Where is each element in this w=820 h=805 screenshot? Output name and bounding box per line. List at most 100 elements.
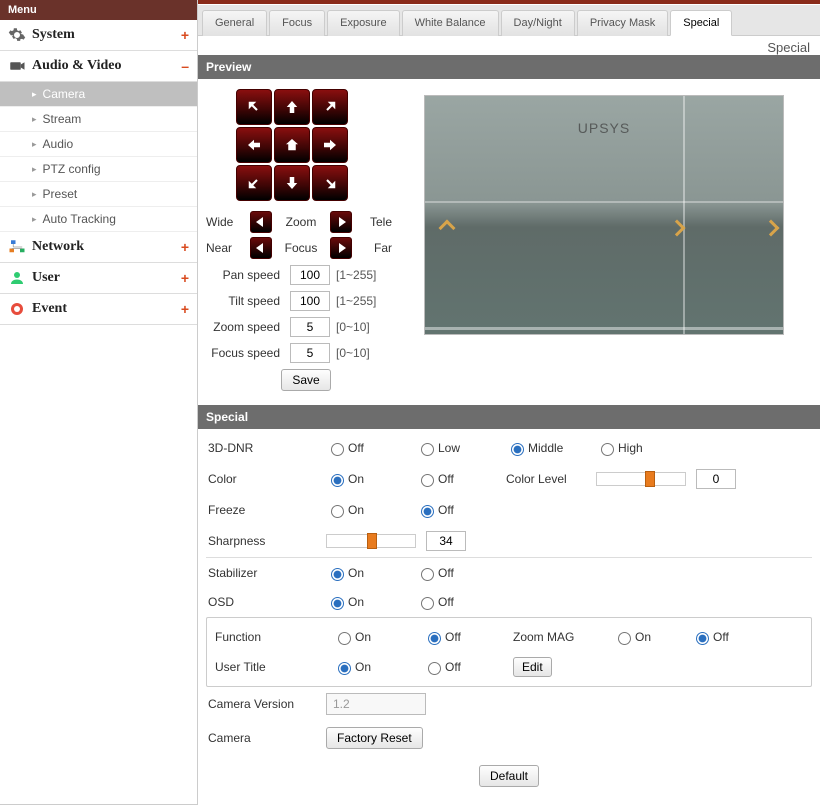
submenu-label: Camera	[43, 87, 86, 101]
zoom-tele-label: Tele	[358, 215, 392, 229]
ptz-right-button[interactable]	[312, 127, 348, 163]
expand-icon: +	[181, 27, 189, 43]
dnr-high-option[interactable]: High	[596, 440, 686, 456]
color-level-input[interactable]	[696, 469, 736, 489]
tab-white-balance[interactable]: White Balance	[402, 10, 499, 36]
sidebar: Menu System + Audio & Video – ▸ Camera ▸…	[0, 0, 198, 805]
submenu-audio-video: ▸ Camera ▸ Stream ▸ Audio ▸ PTZ config ▸…	[0, 82, 197, 232]
camera-label: Camera	[206, 731, 326, 745]
preview-header: Preview	[198, 55, 820, 79]
zoom-mag-off-option[interactable]: Off	[691, 629, 751, 645]
function-group: Function On Off Zoom MAG On Off User Tit…	[206, 617, 812, 687]
preview-body: Wide Zoom Tele Near Focus Far Pan speed	[198, 79, 820, 405]
color-on-option[interactable]: On	[326, 471, 416, 487]
ptz-controls: Wide Zoom Tele Near Focus Far Pan speed	[206, 89, 406, 391]
user-title-off-option[interactable]: Off	[423, 659, 513, 675]
zoom-mag-on-option[interactable]: On	[613, 629, 673, 645]
chevron-right-icon: ▸	[32, 139, 37, 150]
submenu-item-stream[interactable]: ▸ Stream	[0, 107, 197, 132]
edit-button[interactable]: Edit	[513, 657, 552, 677]
dnr-low-option[interactable]: Low	[416, 440, 506, 456]
ptz-up-button[interactable]	[274, 89, 310, 125]
pan-speed-input[interactable]	[290, 265, 330, 285]
chevron-right-icon: ▸	[32, 114, 37, 125]
color-level-slider[interactable]	[596, 472, 686, 486]
menu-label: System	[32, 27, 181, 43]
sharpness-slider[interactable]	[326, 534, 416, 548]
freeze-on-option[interactable]: On	[326, 502, 416, 518]
tab-general[interactable]: General	[202, 10, 267, 36]
submenu-item-audio[interactable]: ▸ Audio	[0, 132, 197, 157]
ptz-down-left-button[interactable]	[236, 165, 272, 201]
sharpness-input[interactable]	[426, 531, 466, 551]
special-header: Special	[198, 405, 820, 429]
zoom-wide-button[interactable]	[250, 211, 272, 233]
function-off-option[interactable]: Off	[423, 629, 513, 645]
function-label: Function	[213, 630, 333, 644]
stabilizer-off-option[interactable]: Off	[416, 565, 506, 581]
gear-icon	[8, 26, 26, 44]
submenu-item-ptz-config[interactable]: ▸ PTZ config	[0, 157, 197, 182]
focus-speed-label: Focus speed	[206, 346, 284, 360]
menu-label: Event	[32, 301, 181, 317]
dnr-off-option[interactable]: Off	[326, 440, 416, 456]
video-preview: UPSYS	[424, 95, 784, 335]
user-title-label: User Title	[213, 660, 333, 674]
focus-near-button[interactable]	[250, 237, 272, 259]
expand-icon: +	[181, 270, 189, 286]
chevron-right-icon: ▸	[32, 89, 37, 100]
focus-speed-input[interactable]	[290, 343, 330, 363]
function-on-option[interactable]: On	[333, 629, 423, 645]
direction-pad	[236, 89, 406, 201]
accent-bar	[198, 0, 820, 4]
factory-reset-button[interactable]: Factory Reset	[326, 727, 423, 749]
zoom-speed-input[interactable]	[290, 317, 330, 337]
freeze-label: Freeze	[206, 503, 326, 517]
submenu-item-auto-tracking[interactable]: ▸ Auto Tracking	[0, 207, 197, 232]
submenu-label: PTZ config	[43, 162, 101, 176]
stabilizer-label: Stabilizer	[206, 566, 326, 580]
submenu-label: Preset	[43, 187, 78, 201]
dnr-label: 3D-DNR	[206, 441, 326, 455]
dnr-middle-option[interactable]: Middle	[506, 440, 596, 456]
tab-privacy-mask[interactable]: Privacy Mask	[577, 10, 668, 36]
tab-bar: General Focus Exposure White Balance Day…	[198, 5, 820, 36]
tab-special[interactable]: Special	[670, 10, 732, 36]
menu-category-user[interactable]: User +	[0, 263, 197, 294]
ptz-left-button[interactable]	[236, 127, 272, 163]
zoom-mag-label: Zoom MAG	[513, 630, 603, 644]
expand-icon: +	[181, 301, 189, 317]
save-button[interactable]: Save	[281, 369, 330, 391]
ptz-down-button[interactable]	[274, 165, 310, 201]
menu-category-audio-video[interactable]: Audio & Video –	[0, 51, 197, 82]
submenu-item-camera[interactable]: ▸ Camera	[0, 82, 197, 107]
stabilizer-on-option[interactable]: On	[326, 565, 416, 581]
ptz-home-button[interactable]	[274, 127, 310, 163]
sharpness-label: Sharpness	[206, 534, 326, 548]
focus-near-label: Near	[206, 241, 244, 255]
ptz-down-right-button[interactable]	[312, 165, 348, 201]
tab-day-night[interactable]: Day/Night	[501, 10, 575, 36]
osd-off-option[interactable]: Off	[416, 594, 506, 610]
tilt-speed-input[interactable]	[290, 291, 330, 311]
color-label: Color	[206, 472, 326, 486]
ptz-up-left-button[interactable]	[236, 89, 272, 125]
osd-on-option[interactable]: On	[326, 594, 416, 610]
freeze-off-option[interactable]: Off	[416, 502, 506, 518]
default-button[interactable]: Default	[479, 765, 539, 787]
tilt-speed-range: [1~255]	[336, 294, 396, 308]
zoom-tele-button[interactable]	[330, 211, 352, 233]
menu-category-system[interactable]: System +	[0, 20, 197, 51]
submenu-item-preset[interactable]: ▸ Preset	[0, 182, 197, 207]
tab-exposure[interactable]: Exposure	[327, 10, 399, 36]
tab-focus[interactable]: Focus	[269, 10, 325, 36]
ptz-up-right-button[interactable]	[312, 89, 348, 125]
osd-label: OSD	[206, 595, 326, 609]
expand-icon: +	[181, 239, 189, 255]
menu-category-network[interactable]: Network +	[0, 232, 197, 263]
user-title-on-option[interactable]: On	[333, 659, 423, 675]
color-off-option[interactable]: Off	[416, 471, 506, 487]
menu-category-event[interactable]: Event +	[0, 294, 197, 325]
focus-far-button[interactable]	[330, 237, 352, 259]
pan-speed-label: Pan speed	[206, 268, 284, 282]
